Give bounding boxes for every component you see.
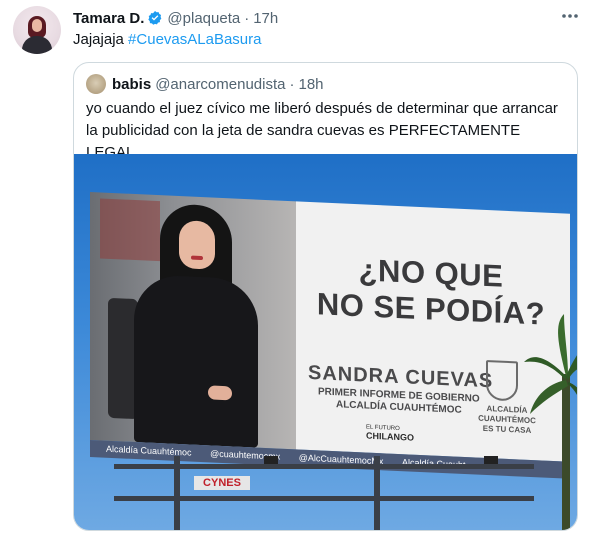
portrait-lips <box>191 255 203 261</box>
avatar-body <box>22 36 52 54</box>
billboard-structure <box>114 456 574 530</box>
avatar-face <box>32 19 42 32</box>
separator-dot: · <box>244 9 250 27</box>
tweet-text-prefix: Jajajaja <box>73 31 129 48</box>
portrait-torso <box>134 273 258 448</box>
more-options-icon[interactable] <box>560 6 580 26</box>
chilango-text: CHILANGO <box>366 430 414 443</box>
billboard: ¿NO QUE NO SE PODÍA? SANDRA CUEVAS PRIME… <box>90 192 570 479</box>
quoted-tweet[interactable]: babis @anarcomenudista · 18h yo cuando e… <box>73 62 578 531</box>
background-window <box>100 198 160 262</box>
portrait-face <box>179 220 215 270</box>
quoted-tweet-header: babis @anarcomenudista · 18h <box>86 74 324 94</box>
author-name[interactable]: Tamara D. <box>73 10 144 27</box>
sponsor-sign: CYNES <box>194 476 250 490</box>
palm-tree <box>524 314 577 530</box>
billboard-photo[interactable]: ¿NO QUE NO SE PODÍA? SANDRA CUEVAS PRIME… <box>74 154 577 530</box>
quoted-separator-dot: · <box>289 75 295 93</box>
tweet-time[interactable]: 17h <box>253 10 278 27</box>
quoted-author-handle[interactable]: @anarcomenudista <box>155 76 285 93</box>
chilango-logo: EL FUTURO CHILANGO <box>366 425 414 443</box>
billboard-portrait <box>90 192 296 450</box>
structure-pole-right <box>374 456 380 530</box>
portrait-hands <box>208 385 232 401</box>
quoted-tweet-time[interactable]: 18h <box>299 76 324 93</box>
structure-lamp-left <box>264 456 278 464</box>
tweet-text: Jajajaja #CuevasALaBasura <box>73 30 261 50</box>
structure-pole-left <box>174 456 180 530</box>
billboard-headline: ¿NO QUE NO SE PODÍA? <box>316 250 546 332</box>
verified-badge-icon <box>148 11 162 25</box>
crest-icon <box>486 359 518 402</box>
tweet-header: Tamara D. @plaqueta · 17h <box>73 8 278 28</box>
author-handle[interactable]: @plaqueta <box>167 10 240 27</box>
hashtag-link[interactable]: #CuevasALaBasura <box>128 31 261 48</box>
quoted-author-avatar[interactable] <box>86 74 106 94</box>
quoted-author-name[interactable]: babis <box>112 76 151 93</box>
structure-lamp-right <box>484 456 498 464</box>
author-avatar[interactable] <box>13 6 61 54</box>
